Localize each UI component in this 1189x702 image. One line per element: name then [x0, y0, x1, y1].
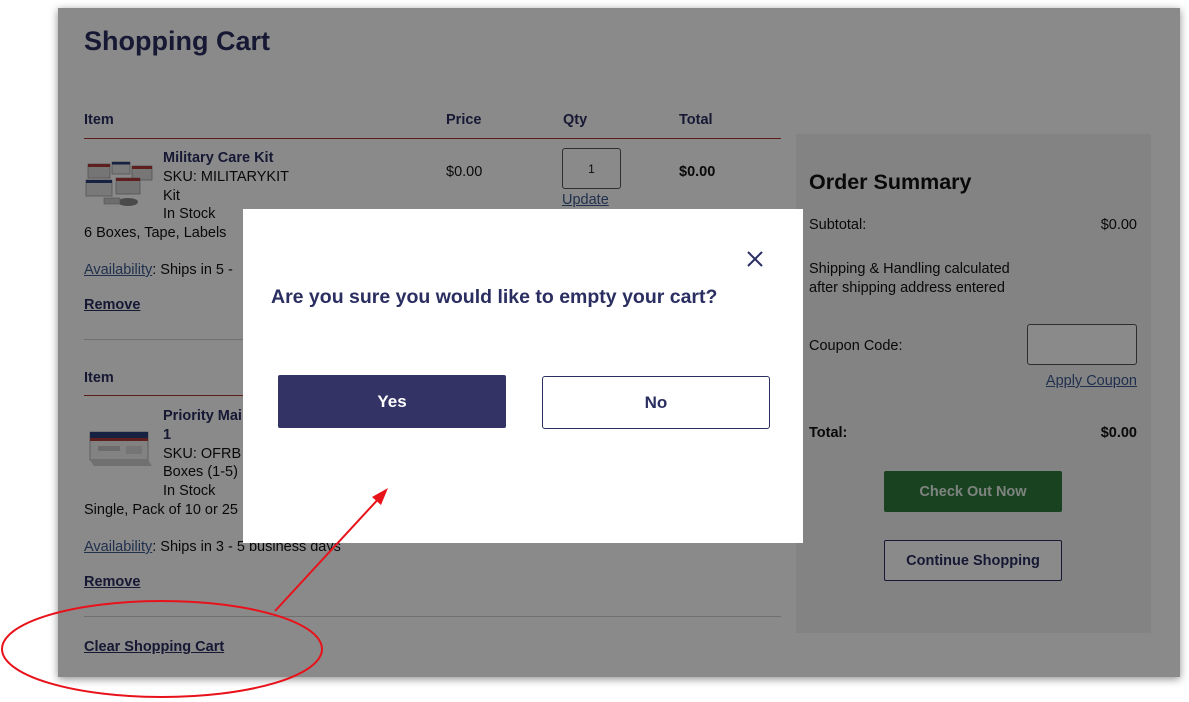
empty-cart-dialog: Are you sure you would like to empty you…	[243, 209, 803, 543]
cart-page: Shopping Cart Item Price Qty Total Milit…	[58, 8, 1180, 677]
close-icon[interactable]	[743, 247, 767, 271]
no-button[interactable]: No	[542, 376, 770, 429]
yes-button[interactable]: Yes	[278, 375, 506, 428]
dialog-question: Are you sure you would like to empty you…	[271, 286, 718, 308]
